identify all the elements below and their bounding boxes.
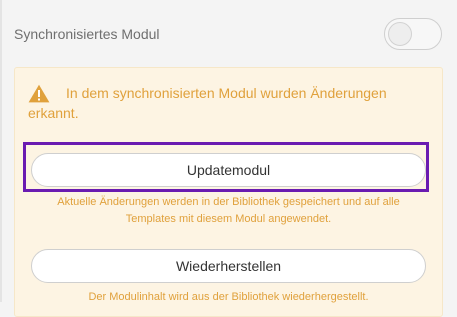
warning-triangle-icon	[28, 84, 50, 103]
sync-warning-panel: In dem synchronisierten Modul wurden Änd…	[14, 67, 443, 317]
warning-text: In dem synchronisierten Modul wurden Änd…	[28, 83, 418, 123]
sync-module-row: Synchronisiertes Modul	[14, 18, 443, 50]
warning-text-line1: In dem synchronisierten Modul wurden Änd…	[66, 85, 387, 101]
warning-text-line2: erkannt.	[28, 105, 79, 121]
sync-module-toggle[interactable]	[384, 18, 442, 50]
selection-highlight	[23, 142, 429, 192]
panel-left-border	[0, 0, 2, 302]
warning-message: In dem synchronisierten Modul wurden Änd…	[28, 83, 418, 123]
sync-module-label: Synchronisiertes Modul	[14, 26, 160, 42]
toggle-knob	[388, 22, 412, 46]
update-description: Aktuelle Änderungen werden in der Biblio…	[57, 196, 400, 225]
restore-button[interactable]: Wiederherstellen	[31, 249, 426, 283]
restore-description: Der Modulinhalt wird aus der Bibliothek …	[88, 291, 369, 303]
